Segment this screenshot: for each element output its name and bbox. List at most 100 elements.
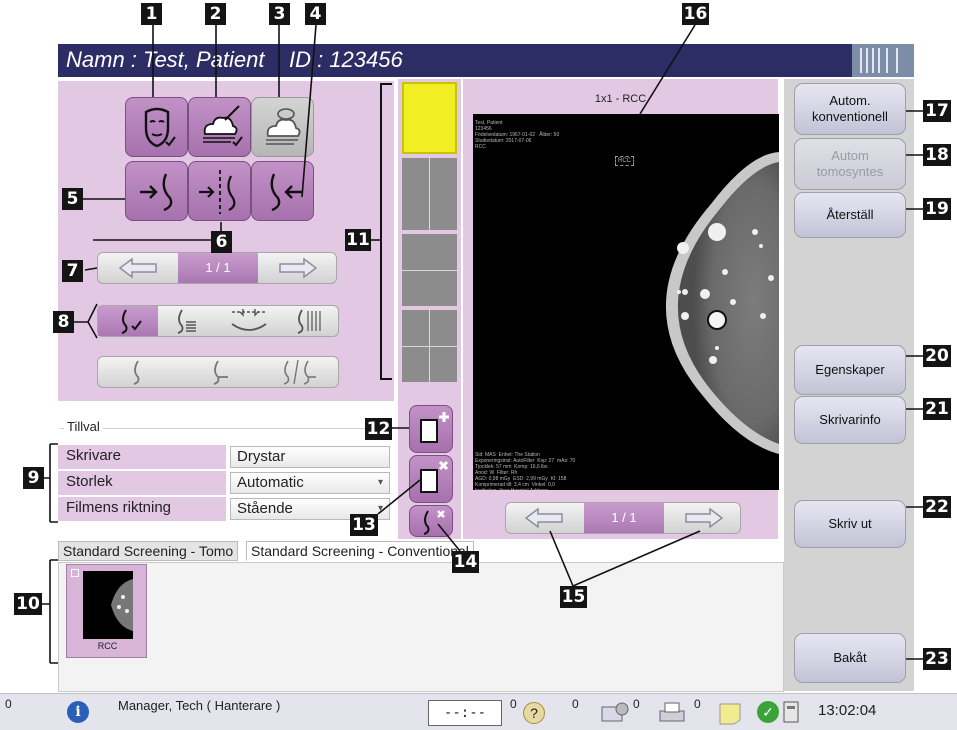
count-1: 0 <box>510 697 517 711</box>
callout-10: 10 <box>14 593 42 615</box>
status-bar: 0 i Manager, Tech ( Hanterare ) --:-- 0 … <box>0 693 957 730</box>
tab-conventional[interactable]: Standard Screening - Conventional <box>246 541 474 561</box>
tab-panel <box>58 562 784 692</box>
options-divider <box>60 428 394 429</box>
timer-display: --:-- <box>428 700 502 726</box>
reset-button[interactable]: Återställ <box>794 192 906 238</box>
status-count: 0 <box>5 697 12 711</box>
add-page-button[interactable] <box>409 405 453 453</box>
callout-19: 19 <box>923 198 951 220</box>
chevron-down-icon: ▾ <box>377 503 383 514</box>
viewer-page-indicator: 1 / 1 <box>584 503 664 533</box>
image-viewer[interactable]: Test, Patient 123456 Födelsedatum: 1967-… <box>473 114 779 490</box>
mode-tomo-button[interactable] <box>158 306 218 336</box>
breast-flip-icon <box>199 170 236 214</box>
printer-value: Drystar <box>237 448 286 465</box>
callout-15: 15 <box>560 586 587 608</box>
tab-tomo[interactable]: Standard Screening - Tomo <box>58 541 239 561</box>
left-page-indicator: 1 / 1 <box>178 253 258 283</box>
viewer-prev-button[interactable] <box>506 503 584 533</box>
face-mask-icon <box>144 107 176 148</box>
callout-20: 20 <box>923 345 951 367</box>
patient-header: Namn : Test, Patient ID : 123456 <box>58 44 914 77</box>
callout-2: 2 <box>205 3 226 25</box>
mirror-button[interactable] <box>188 161 251 221</box>
breast-delete-icon <box>423 510 445 535</box>
flip-right-button[interactable] <box>125 161 188 221</box>
thumbnail-image <box>83 571 133 639</box>
callout-5: 5 <box>62 188 83 210</box>
mammogram-image <box>665 152 779 454</box>
printer-select[interactable]: Drystar <box>230 446 390 468</box>
thumbnail-card[interactable]: RCC <box>66 564 147 658</box>
layout-2x1-button[interactable] <box>402 234 457 306</box>
count-4: 0 <box>694 697 701 711</box>
breast-slab-icon <box>297 309 321 334</box>
media-icon[interactable] <box>598 699 632 727</box>
flip-left-button[interactable] <box>251 161 314 221</box>
layout-2x2-button[interactable] <box>402 310 457 382</box>
breast-split-icon <box>283 359 316 385</box>
breast-implant-icon <box>213 360 228 385</box>
clock: 13:02:04 <box>818 702 877 719</box>
callout-12: 12 <box>365 418 392 440</box>
header-logo <box>852 44 914 77</box>
print-button[interactable]: Skriv ut <box>794 500 906 548</box>
layout-title: 1x1 - RCC <box>594 93 647 105</box>
mode-mammo-button[interactable] <box>98 306 158 336</box>
callout-16: 16 <box>682 3 709 25</box>
layout-1x2-button[interactable] <box>402 158 457 230</box>
view-mode-bar <box>97 305 339 337</box>
notes-icon[interactable] <box>716 700 744 726</box>
thumbnail-checkbox[interactable] <box>71 569 79 577</box>
cloud-view-icon <box>266 108 301 145</box>
mode-compression-button[interactable] <box>218 306 280 336</box>
printer-label: Skrivare <box>58 445 226 469</box>
arrow-left-icon <box>524 507 563 529</box>
count-3: 0 <box>633 697 640 711</box>
breast-icon <box>133 360 140 385</box>
overlay-implant-button[interactable] <box>178 357 258 387</box>
delete-page-button[interactable] <box>409 455 453 503</box>
user-name: Manager, Tech ( Hanterare ) <box>118 698 281 713</box>
view-annotation-button[interactable] <box>251 97 314 157</box>
back-button[interactable]: Bakåt <box>794 633 906 683</box>
print-face-button[interactable] <box>125 97 188 157</box>
layout-1x1-button[interactable] <box>402 82 457 154</box>
overlay-split-button[interactable] <box>258 357 340 387</box>
callout-4: 4 <box>305 3 326 25</box>
help-icon[interactable]: ? <box>523 702 545 724</box>
auto-conventional-button[interactable]: Autom. konventionell <box>794 83 906 135</box>
viewer-next-button[interactable] <box>664 503 742 533</box>
edit-annotation-button[interactable] <box>188 97 251 157</box>
viewer-paging-bar: 1 / 1 <box>505 502 741 534</box>
left-next-button[interactable] <box>258 253 338 283</box>
printer-icon[interactable] <box>656 699 690 727</box>
arrow-right-icon <box>685 507 724 529</box>
delete-image-button[interactable] <box>409 505 453 537</box>
orientation-value: Stående <box>237 500 293 517</box>
size-select[interactable]: Automatic ▾ <box>230 472 390 494</box>
computer-icon[interactable] <box>780 698 804 728</box>
orientation-label: Filmens riktning <box>58 497 226 521</box>
callout-14: 14 <box>452 551 479 573</box>
callout-3: 3 <box>269 3 290 25</box>
breast-slices-icon <box>177 309 196 334</box>
chevron-down-icon: ▾ <box>377 477 383 488</box>
page-delete-icon <box>420 460 449 493</box>
printer-info-button[interactable]: Skrivarinfo <box>794 396 906 444</box>
properties-button[interactable]: Egenskaper <box>794 345 906 395</box>
auto-tomosynthesis-button[interactable]: Autom tomosyntes <box>794 138 906 190</box>
callout-9: 9 <box>23 467 44 489</box>
system-ok-icon[interactable]: ✓ <box>757 701 779 723</box>
callout-13: 13 <box>350 514 378 536</box>
thumbnail-label: RCC <box>97 641 118 651</box>
mode-slab-button[interactable] <box>280 306 340 336</box>
overlay-breast-button[interactable] <box>98 357 178 387</box>
breast-thumbnail-icon <box>111 579 133 631</box>
overlay-mode-bar <box>97 356 339 388</box>
info-icon[interactable]: i <box>67 701 89 723</box>
left-prev-button[interactable] <box>98 253 178 283</box>
compression-icon <box>231 309 267 331</box>
patient-title: Namn : Test, Patient ID : 123456 <box>66 47 403 72</box>
